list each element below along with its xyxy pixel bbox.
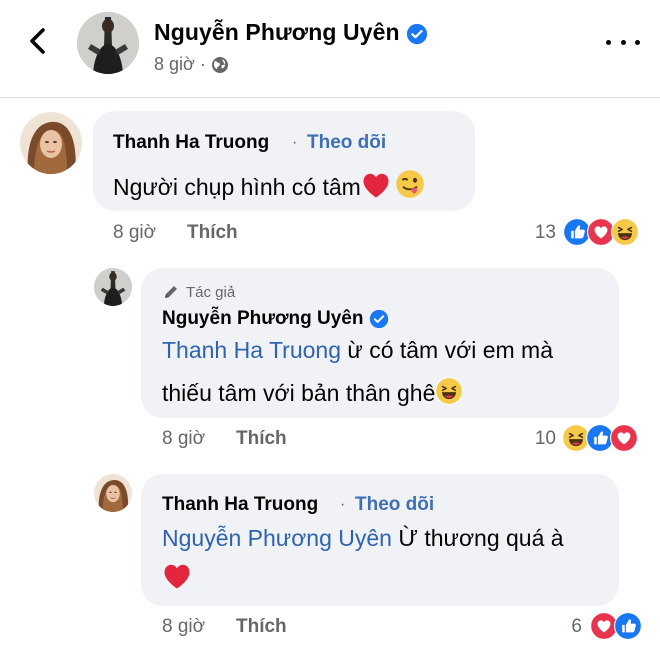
- more-dot-icon: [635, 39, 640, 45]
- love-icon: [610, 424, 638, 452]
- follow-link[interactable]: Theo dõi: [355, 494, 434, 516]
- separator-dot: ·: [292, 134, 298, 151]
- author-name[interactable]: Nguyễn Phương Uyên: [154, 19, 400, 45]
- reply-reaction-summary[interactable]: [562, 424, 638, 452]
- reply-reaction-summary[interactable]: [590, 612, 642, 640]
- reply-author-name[interactable]: Nguyễn Phương Uyên: [162, 308, 363, 329]
- verified-badge-icon: [369, 309, 389, 329]
- pencil-icon: [165, 286, 177, 298]
- verified-badge-icon: [406, 23, 428, 45]
- laughing-emoji-icon: [435, 377, 463, 405]
- reply-text-line2: thiếu tâm với bản thân ghê: [162, 377, 463, 407]
- reaction-count[interactable]: 13: [520, 222, 556, 244]
- post-header: Nguyễn Phương Uyên 8 giờ ·: [0, 0, 660, 98]
- chevron-left-icon: [30, 28, 45, 54]
- more-dot-icon: [606, 39, 611, 45]
- red-heart-emoji-icon: [363, 173, 389, 198]
- reply-body-1: ừ có tâm với em mà: [341, 337, 553, 363]
- red-heart-emoji-icon: [164, 564, 190, 589]
- meta-separator-dot: ·: [199, 54, 206, 74]
- mention-link[interactable]: Thanh Ha Truong: [162, 337, 341, 363]
- commenter-avatar[interactable]: [20, 112, 82, 174]
- haha-icon: [611, 218, 639, 246]
- post-meta: 8 giờ ·: [154, 54, 229, 75]
- like-icon: [614, 612, 642, 640]
- reply-body: Ừ thương quá à: [391, 525, 564, 551]
- commenter-name[interactable]: Thanh Ha Truong: [113, 132, 269, 154]
- reply-author-avatar[interactable]: [94, 268, 132, 306]
- author-avatar[interactable]: [77, 12, 139, 74]
- post-time[interactable]: 8 giờ: [154, 54, 195, 75]
- comment-body: Người chụp hình có tâm: [113, 174, 361, 200]
- reply-text: Nguyễn Phương Uyên Ừ thương quá à: [162, 525, 564, 552]
- more-options-button[interactable]: [606, 28, 640, 56]
- like-button[interactable]: Thích: [187, 222, 238, 244]
- reply-time[interactable]: 8 giờ: [162, 428, 205, 450]
- reply-body-2: thiếu tâm với bản thân ghê: [162, 380, 436, 406]
- reply-text-line1: Thanh Ha Truong ừ có tâm với em mà: [162, 337, 553, 364]
- author-tag: Tác giả: [162, 283, 235, 301]
- separator-dot: ·: [340, 496, 346, 513]
- reply-commenter-name[interactable]: Thanh Ha Truong: [162, 494, 318, 516]
- reply-reaction-count[interactable]: 6: [546, 616, 582, 638]
- mention-link[interactable]: Nguyễn Phương Uyên: [162, 525, 392, 551]
- globe-icon: [211, 56, 228, 73]
- comment-time[interactable]: 8 giờ: [113, 222, 156, 244]
- winking-tongue-emoji-icon: [396, 170, 424, 198]
- comment-text: Người chụp hình có tâm: [113, 169, 425, 201]
- reply-commenter-avatar[interactable]: [94, 474, 132, 512]
- author-name-row[interactable]: Nguyễn Phương Uyên: [154, 19, 428, 46]
- reply-reaction-count[interactable]: 10: [520, 428, 556, 450]
- reply-like-button[interactable]: Thích: [236, 616, 287, 638]
- author-tag-label: Tác giả: [186, 283, 236, 301]
- reaction-summary[interactable]: [563, 218, 639, 246]
- reply-time[interactable]: 8 giờ: [162, 616, 205, 638]
- follow-link[interactable]: Theo dõi: [307, 132, 386, 154]
- reply-like-button[interactable]: Thích: [236, 428, 287, 450]
- more-dot-icon: [620, 39, 626, 45]
- back-button[interactable]: [22, 24, 56, 58]
- reply-emoji-line: [162, 562, 192, 595]
- reply-author-name-row[interactable]: Nguyễn Phương Uyên: [162, 308, 389, 330]
